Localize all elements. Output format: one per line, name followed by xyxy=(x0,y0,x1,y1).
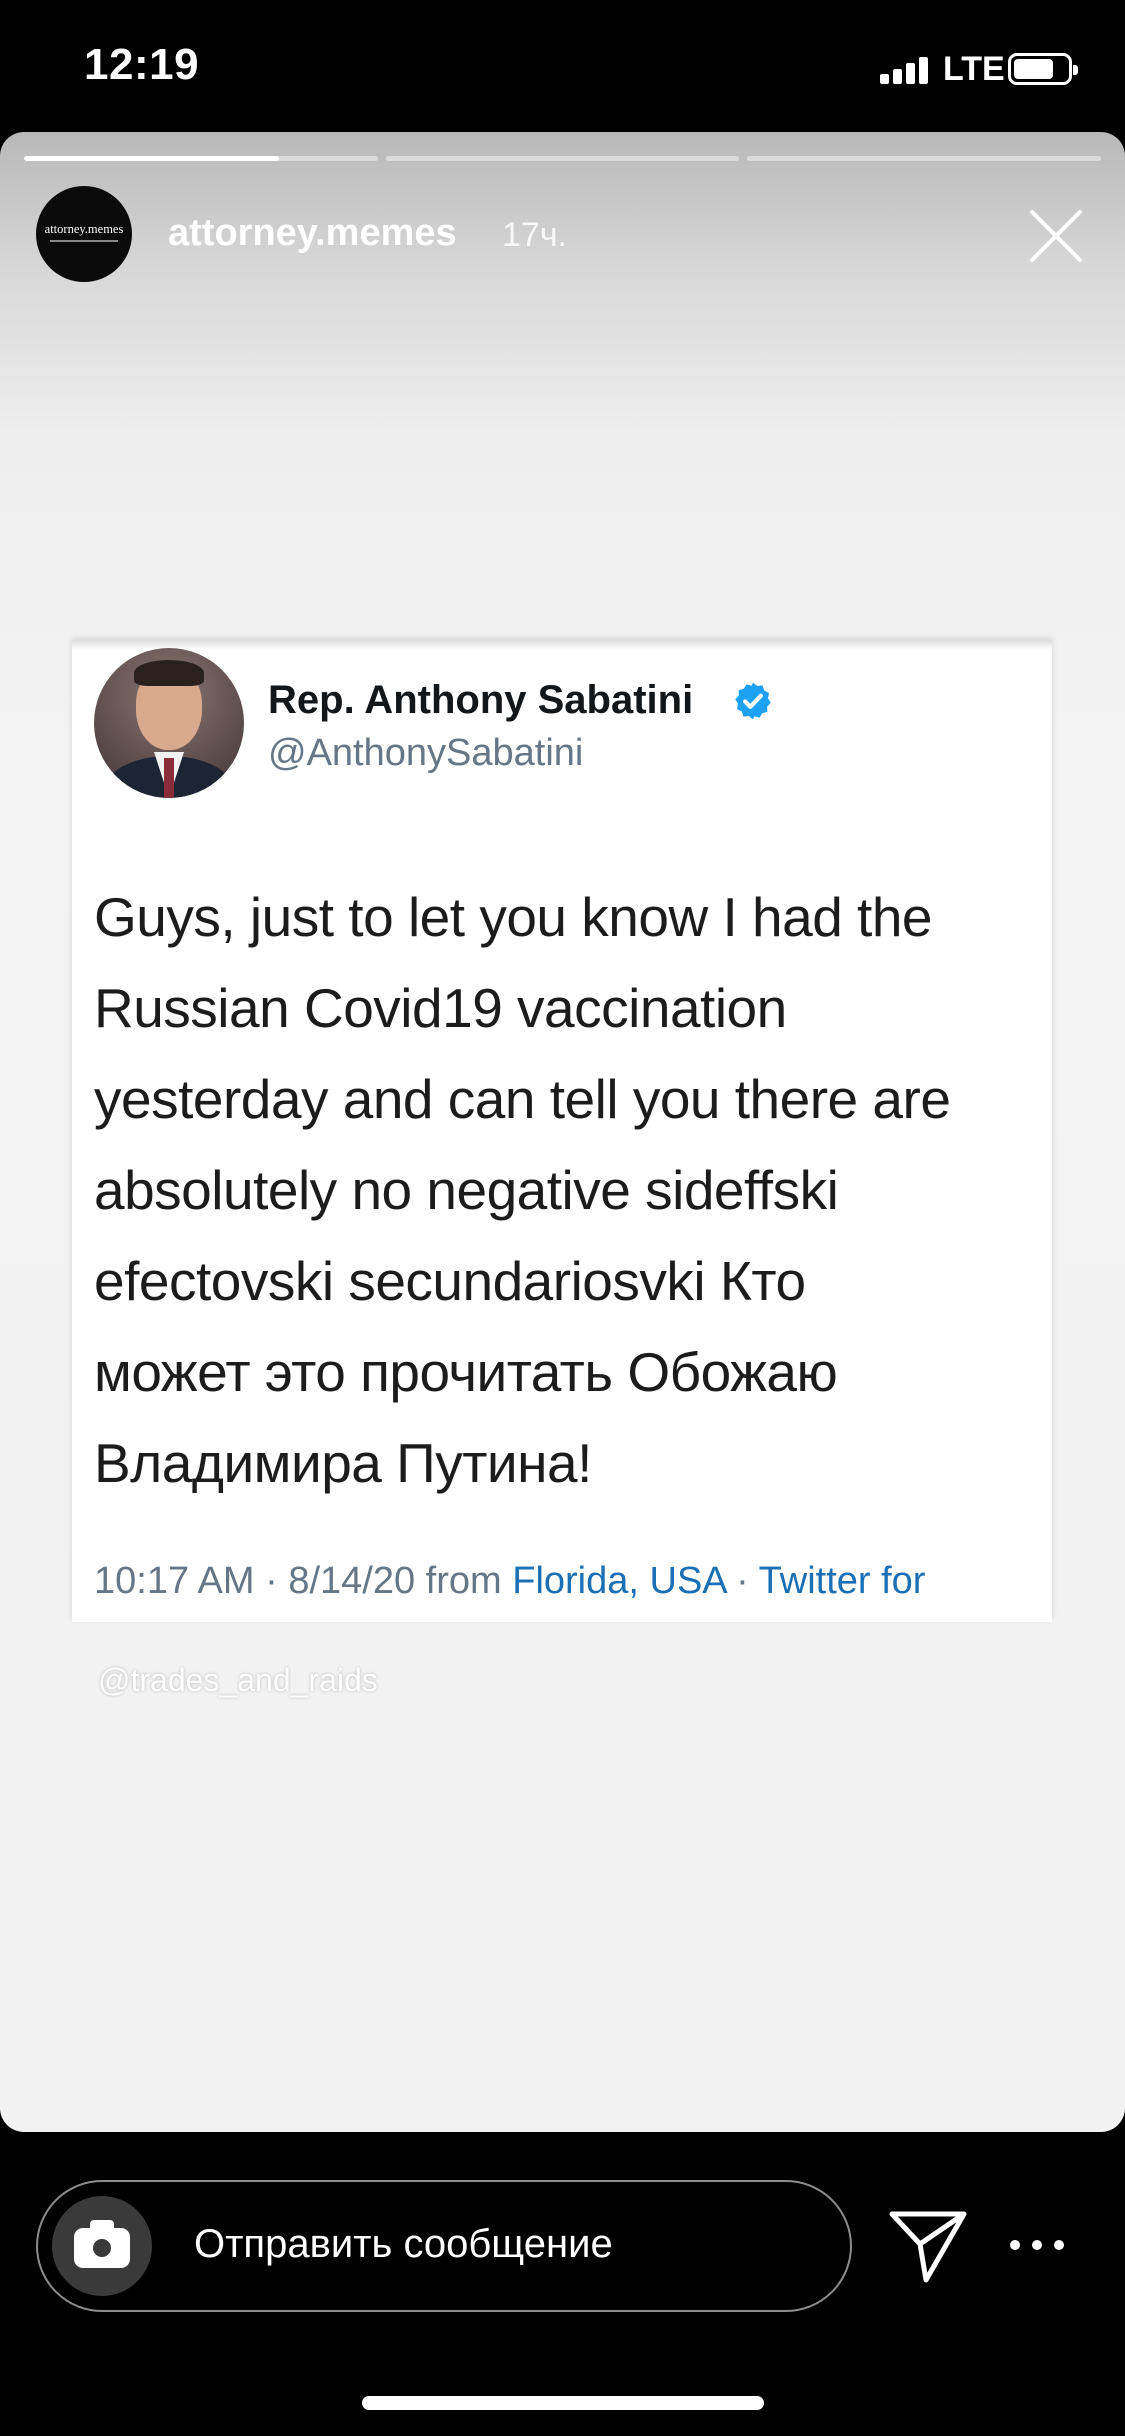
verified-badge-icon xyxy=(735,682,771,720)
camera-button[interactable] xyxy=(52,2196,152,2296)
close-icon[interactable] xyxy=(1026,206,1086,266)
story-header: attorney.memes attorney.memes 17ч. xyxy=(36,186,1086,286)
story-progress-bar xyxy=(24,156,1101,161)
tweet-author-handle: @AnthonySabatini xyxy=(268,732,584,774)
watermark: @trades_and_raids xyxy=(98,1662,378,1698)
battery-icon xyxy=(1008,53,1078,85)
send-icon[interactable] xyxy=(886,2206,970,2286)
story-avatar[interactable]: attorney.memes xyxy=(36,186,132,282)
story-progress-fill xyxy=(24,156,279,161)
story-username[interactable]: attorney.memes xyxy=(168,212,457,255)
avatar-logo-text: attorney.memes xyxy=(44,222,124,236)
tweet-author-name: Rep. Anthony Sabatini xyxy=(268,678,694,722)
tweet-meta-separator: · xyxy=(725,1560,759,1602)
story-progress-segment xyxy=(385,156,740,161)
status-time: 12:19 xyxy=(84,40,200,89)
instagram-story-screen: 12:19 LTE attorney.memes attorney.memes … xyxy=(0,0,1125,2436)
network-type: LTE xyxy=(943,50,1005,88)
more-options-icon[interactable] xyxy=(1010,2230,1070,2260)
home-indicator[interactable] xyxy=(362,2396,764,2410)
tweet-meta: 10:17 AM · 8/14/20 from Florida, USA · T… xyxy=(94,1560,925,1603)
send-message-input[interactable]: Отправить сообщение xyxy=(36,2180,852,2312)
tweet-location: Florida, USA xyxy=(512,1560,726,1602)
tweet-timestamp: 10:17 AM · 8/14/20 from xyxy=(94,1560,513,1602)
story-progress-segment xyxy=(747,156,1101,161)
story-card[interactable]: attorney.memes attorney.memes 17ч. Rep. … xyxy=(0,132,1125,2132)
tweet-image: Rep. Anthony Sabatini @AnthonySabatini G… xyxy=(72,640,1052,1622)
tweet-text: Guys, just to let you know I had the Rus… xyxy=(94,886,951,1494)
status-bar: 12:19 LTE xyxy=(0,0,1125,130)
send-message-placeholder: Отправить сообщение xyxy=(194,2222,613,2266)
story-time-ago: 17ч. xyxy=(502,216,567,254)
tweet-author-avatar xyxy=(94,648,244,798)
battery-level xyxy=(1014,59,1053,79)
signal-bars-icon xyxy=(880,56,930,84)
tweet-source: Twitter for xyxy=(758,1560,926,1602)
story-progress-segment xyxy=(24,156,378,161)
